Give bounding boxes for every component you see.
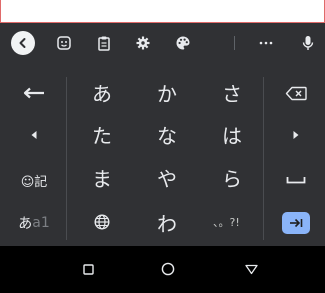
kana-key-label: た — [92, 123, 112, 148]
kana-key-ra[interactable]: ら — [212, 162, 252, 192]
text-input-field[interactable] — [0, 0, 325, 23]
theme-icon[interactable] — [171, 31, 195, 55]
toolbar-divider — [234, 36, 235, 50]
kana-key-ma[interactable]: ま — [82, 162, 122, 192]
kana-key-label: ら — [222, 166, 242, 191]
kana-key-ka[interactable]: か — [147, 77, 187, 107]
undo-arrow-icon — [23, 87, 44, 99]
enter-key[interactable] — [282, 212, 310, 234]
input-mode-main-label: あ — [18, 216, 33, 232]
globe-icon — [94, 214, 110, 230]
input-mode-key[interactable]: あ a1 — [14, 211, 54, 235]
cursor-right-icon — [293, 131, 299, 139]
microphone-icon[interactable] — [296, 31, 320, 55]
kana-key-label: ま — [92, 166, 112, 191]
space-key[interactable] — [280, 168, 312, 192]
kana-key-label: あ — [92, 81, 112, 106]
input-mode-sub-label: a1 — [32, 215, 50, 231]
language-key[interactable] — [82, 207, 122, 237]
emoji-symbol-label: ☺記 — [20, 174, 48, 190]
kana-key-na[interactable]: な — [147, 119, 187, 149]
japanese-flick-keyboard: ☺記 あ a1 あ か さ た な は ま や ら わ 、。?! — [0, 63, 325, 246]
back-triangle-icon — [244, 264, 258, 274]
sticker-icon[interactable] — [52, 31, 76, 55]
kana-key-label: わ — [157, 211, 177, 236]
undo-key[interactable] — [18, 81, 50, 105]
more-icon[interactable] — [254, 31, 278, 55]
space-icon — [286, 177, 306, 184]
emoji-symbol-key[interactable]: ☺記 — [14, 168, 54, 192]
kana-key-a[interactable]: あ — [82, 77, 122, 107]
tab-enter-icon — [290, 218, 303, 228]
recent-apps-icon — [82, 263, 94, 275]
home-icon — [161, 262, 175, 276]
left-column-divider — [66, 77, 67, 240]
kana-key-sa[interactable]: さ — [212, 77, 252, 107]
cursor-left-key[interactable] — [18, 123, 50, 147]
recent-apps-button[interactable] — [80, 260, 96, 278]
back-icon[interactable] — [11, 31, 35, 55]
right-column-divider — [263, 77, 264, 240]
kana-key-ta[interactable]: た — [82, 119, 122, 149]
kana-key-label: や — [157, 166, 177, 191]
kana-key-label: な — [157, 123, 177, 148]
keyboard-toolbar — [0, 23, 325, 63]
cursor-right-key[interactable] — [280, 123, 312, 147]
kana-key-ha[interactable]: は — [212, 119, 252, 149]
backspace-key[interactable] — [280, 81, 312, 105]
kana-key-wa[interactable]: わ — [147, 207, 187, 237]
punctuation-key-label: 、。?! — [213, 216, 240, 229]
backspace-icon — [285, 86, 307, 100]
cursor-left-icon — [31, 131, 37, 139]
kana-key-label: さ — [222, 81, 242, 106]
kana-key-ya[interactable]: や — [147, 162, 187, 192]
settings-icon[interactable] — [131, 31, 155, 55]
home-button[interactable] — [160, 260, 176, 278]
kana-key-label: は — [222, 123, 242, 148]
back-nav-button[interactable] — [243, 260, 259, 278]
system-navigation-bar — [0, 246, 325, 293]
clipboard-icon[interactable] — [92, 31, 116, 55]
kana-key-label: か — [157, 81, 177, 106]
punctuation-key[interactable]: 、。?! — [212, 201, 252, 243]
